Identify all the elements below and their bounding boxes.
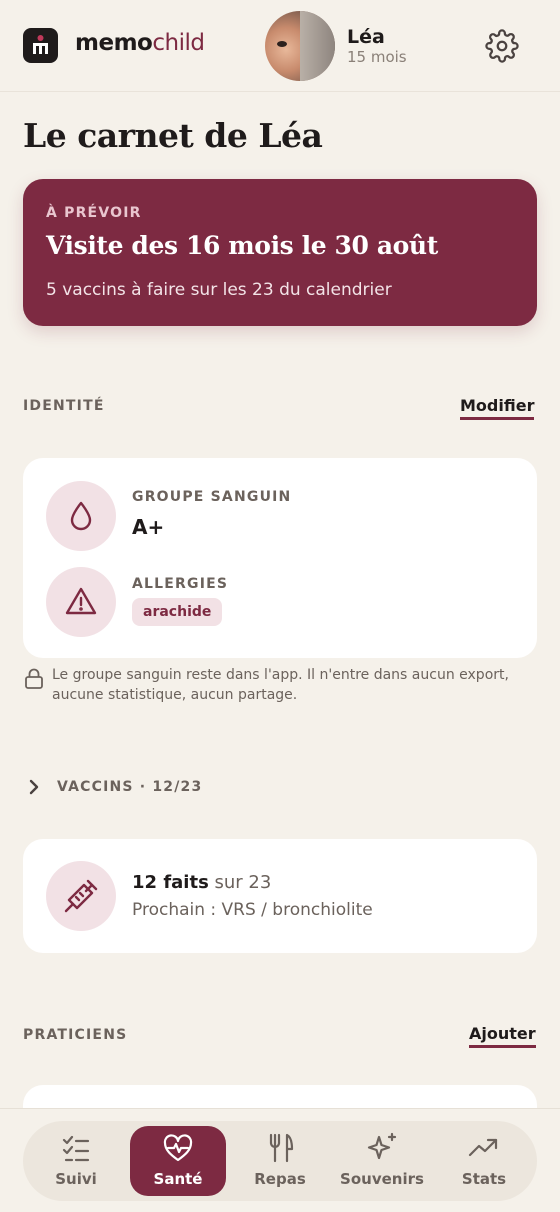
upcoming-eyebrow: À PRÉVOIR [46, 205, 142, 221]
trend-up-icon [468, 1138, 498, 1157]
nav-pill: Suivi Santé Repas Souvenirs Stats [23, 1121, 537, 1201]
child-name: Léa [347, 26, 385, 48]
lock-icon [24, 668, 44, 694]
sparkles-icon [367, 1132, 397, 1160]
nav-item-stats[interactable]: Stats [436, 1121, 532, 1201]
heart-pulse-icon [163, 1134, 193, 1162]
warning-triangle-icon [46, 567, 116, 637]
child-age: 15 mois [347, 48, 407, 66]
nav-item-sante[interactable]: Santé [130, 1126, 226, 1196]
vaccines-section-label[interactable]: VACCINS · 12/23 [57, 779, 202, 795]
top-bar: memochild Léa 15 mois [0, 0, 560, 92]
nav-item-repas[interactable]: Repas [232, 1121, 328, 1201]
add-practitioner-button[interactable]: Ajouter [469, 1024, 536, 1048]
vaccines-done-count: 12 faits sur 23 [132, 872, 272, 893]
identity-card: GROUPE SANGUIN A+ ALLERGIES arachide [23, 458, 537, 658]
nav-item-suivi[interactable]: Suivi [28, 1121, 124, 1201]
blood-group-value: A+ [132, 515, 165, 539]
vaccines-card[interactable]: 12 faits sur 23 Prochain : VRS / bronchi… [23, 839, 537, 953]
next-vaccine: Prochain : VRS / bronchiolite [132, 900, 373, 920]
app-logo-icon [23, 28, 58, 63]
privacy-note: Le groupe sanguin reste dans l'app. Il n… [52, 667, 509, 703]
syringe-icon [46, 861, 116, 931]
identity-section-label: IDENTITÉ [23, 398, 105, 414]
nav-item-souvenirs[interactable]: Souvenirs [334, 1121, 430, 1201]
upcoming-subtext: 5 vaccins à faire sur les 23 du calendri… [46, 280, 392, 300]
page-title: Le carnet de Léa [23, 116, 323, 155]
allergy-tag: arachide [132, 598, 223, 626]
chevron-right-icon[interactable] [25, 778, 43, 800]
checklist-icon [62, 1135, 90, 1162]
practitioners-section-label: PRATICIENS [23, 1027, 128, 1043]
bottom-navigation: Suivi Santé Repas Souvenirs Stats [0, 1108, 560, 1212]
upcoming-headline: Visite des 16 mois le 30 août [46, 231, 438, 260]
brand-name: memochild [75, 30, 205, 56]
upcoming-visit-card[interactable]: À PRÉVOIR Visite des 16 mois le 30 août … [23, 179, 537, 326]
edit-identity-button[interactable]: Modifier [460, 396, 535, 420]
blood-drop-icon [46, 481, 116, 551]
settings-gear-icon[interactable] [485, 29, 519, 63]
child-avatar[interactable] [265, 11, 335, 81]
utensils-icon [269, 1133, 294, 1163]
allergies-label: ALLERGIES [132, 576, 229, 592]
blood-group-label: GROUPE SANGUIN [132, 489, 292, 505]
